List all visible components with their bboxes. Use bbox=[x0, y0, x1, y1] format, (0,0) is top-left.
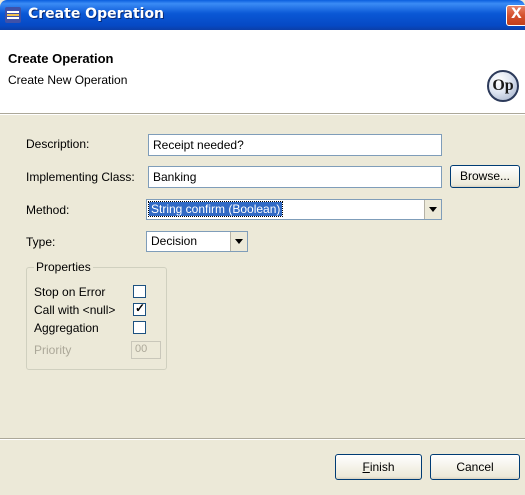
call-with-null-label: Call with <null> bbox=[34, 303, 116, 317]
create-operation-dialog: Create Operation X Create Operation Crea… bbox=[0, 0, 525, 495]
method-select[interactable]: String confirm (Boolean) bbox=[146, 199, 442, 220]
type-label: Type: bbox=[26, 235, 56, 249]
implementing-class-input[interactable] bbox=[148, 166, 442, 188]
checkmark-icon: ✓ bbox=[135, 301, 146, 315]
browse-button[interactable]: Browse... bbox=[450, 165, 520, 188]
properties-group-label: Properties bbox=[34, 260, 93, 274]
header-title: Create Operation bbox=[8, 51, 114, 66]
chevron-down-icon[interactable] bbox=[424, 200, 441, 219]
footer-separator-highlight bbox=[0, 439, 525, 440]
priority-label: Priority bbox=[34, 343, 72, 357]
method-label: Method: bbox=[26, 203, 70, 217]
header-separator bbox=[0, 114, 525, 115]
stop-on-error-label: Stop on Error bbox=[34, 285, 106, 299]
chevron-down-icon[interactable] bbox=[230, 232, 247, 251]
call-with-null-checkbox[interactable]: ✓ bbox=[133, 301, 146, 316]
aggregation-label: Aggregation bbox=[34, 321, 99, 335]
close-icon: X bbox=[511, 6, 522, 22]
finish-label-rest: inish bbox=[369, 460, 395, 474]
header-subtitle: Create New Operation bbox=[8, 73, 128, 87]
finish-mnemonic: F bbox=[362, 460, 370, 474]
cancel-button[interactable]: Cancel bbox=[430, 454, 520, 480]
implementing-class-label: Implementing Class: bbox=[26, 170, 135, 184]
window-title: Create Operation bbox=[28, 6, 165, 22]
close-button[interactable]: X bbox=[506, 5, 525, 26]
title-bar[interactable]: Create Operation X bbox=[0, 0, 525, 30]
type-selected-value: Decision bbox=[151, 234, 198, 248]
priority-field: 00 bbox=[131, 341, 161, 359]
description-label: Description: bbox=[26, 137, 90, 151]
description-input[interactable] bbox=[148, 134, 442, 156]
method-selected-value: String confirm (Boolean) bbox=[147, 201, 284, 217]
aggregation-checkbox[interactable] bbox=[133, 321, 146, 334]
stop-on-error-checkbox[interactable] bbox=[133, 285, 146, 298]
type-select[interactable]: Decision bbox=[146, 231, 248, 252]
finish-button[interactable]: Finish bbox=[335, 454, 422, 480]
app-icon bbox=[5, 7, 21, 23]
operation-badge-icon: Op bbox=[487, 70, 519, 102]
dialog-header: Create Operation Create New Operation Op bbox=[0, 30, 525, 114]
